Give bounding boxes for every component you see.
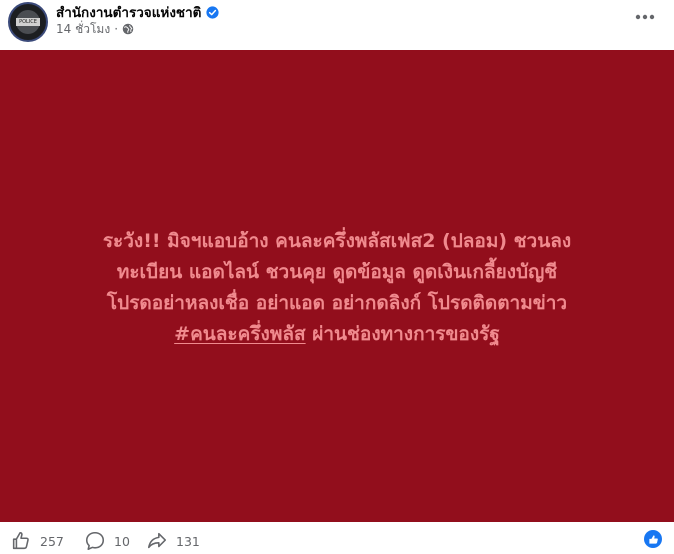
post-image-text: ระวัง!! มิจฯแอบอ้าง คนละครึ่งพลัสเฟส2 (ป… (10, 226, 664, 350)
globe-icon[interactable] (122, 23, 134, 35)
more-options-button[interactable] (630, 4, 660, 30)
comment-icon (85, 531, 105, 551)
post-header: POLICE สำนักงานตำรวจแห่งชาติ 14 ชั่วโมง … (0, 0, 674, 50)
comment-count: 10 (114, 533, 130, 549)
avatar[interactable]: POLICE (8, 2, 48, 42)
thumbs-up-icon (12, 531, 29, 550)
image-text-line-last: #คนละครึ่งพลัส ผ่านช่องทางการของรัฐ (10, 319, 664, 350)
thumbs-up-small-icon (648, 534, 658, 544)
image-text-line: โปรดอย่าหลงเชื่อ อย่าแอด อย่ากดลิงก์ โปร… (106, 292, 568, 314)
more-options-icon (635, 14, 655, 20)
image-text-line-rest: ผ่านช่องทางการของรัฐ (305, 323, 500, 345)
post-meta: 14 ชั่วโมง · (56, 21, 134, 37)
like-reaction-icon[interactable] (644, 530, 662, 548)
comment-button[interactable]: 10 (84, 530, 130, 552)
image-hashtag: #คนละครึ่งพลัส (174, 323, 306, 345)
share-icon (147, 532, 167, 549)
avatar-label: POLICE (16, 18, 40, 26)
verified-badge-icon (206, 5, 220, 19)
share-button[interactable]: 131 (146, 530, 200, 552)
image-text-line: ระวัง!! มิจฯแอบอ้าง คนละครึ่งพลัสเฟส2 (ป… (102, 230, 572, 252)
post-timestamp[interactable]: 14 ชั่วโมง (56, 20, 110, 39)
meta-separator: · (114, 22, 119, 36)
image-text-line: ทะเบียน แอดไลน์ ชวนคุย ดูดข้อมูล ดูดเงิน… (116, 261, 558, 283)
post-image[interactable]: ระวัง!! มิจฯแอบอ้าง คนละครึ่งพลัสเฟส2 (ป… (0, 50, 674, 522)
like-button[interactable]: 257 (10, 530, 64, 552)
like-count: 257 (40, 533, 64, 549)
post-actions: 257 10 131 (0, 522, 674, 554)
share-count: 131 (176, 533, 200, 549)
